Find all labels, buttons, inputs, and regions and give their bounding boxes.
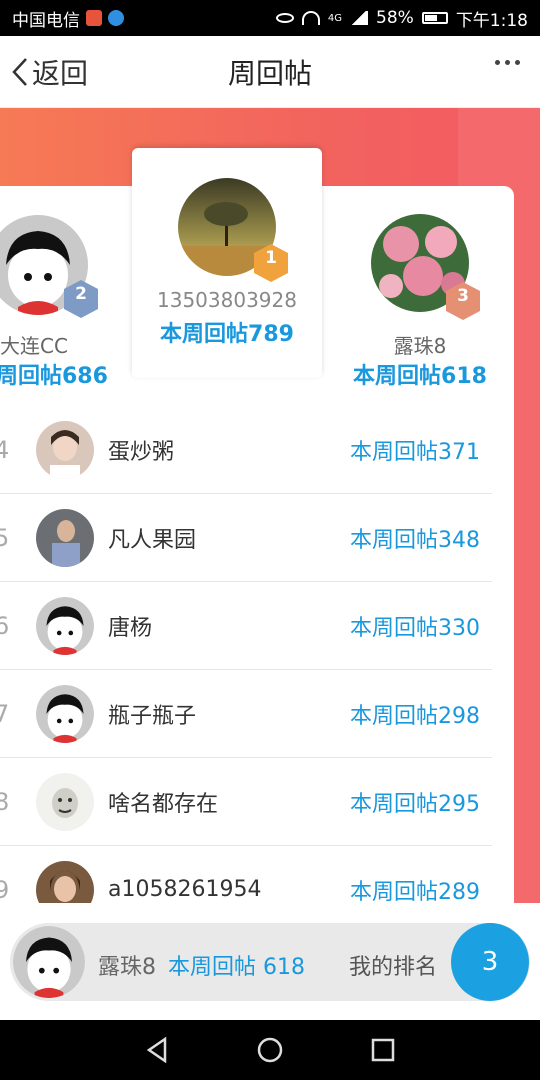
rank3-medal: 3 xyxy=(446,282,480,320)
video-app-icon xyxy=(86,10,102,26)
more-dot-icon xyxy=(515,60,520,65)
content-area: 2 大连CC 周回帖686 1 13503803928 本周回帖789 3 露珠 xyxy=(0,108,540,1020)
list-name: 唐杨 xyxy=(108,615,153,641)
triangle-back-icon xyxy=(146,1037,166,1063)
list-count: 本周回帖371 xyxy=(350,439,480,465)
list-count: 本周回帖330 xyxy=(350,615,480,641)
man-photo-avatar-icon xyxy=(36,508,94,567)
circle-home-icon xyxy=(257,1037,283,1063)
podium-name-rank1: 13503803928 xyxy=(157,288,297,312)
list-avatar xyxy=(36,420,94,479)
list-item[interactable]: 7 瓶子瓶子 本周回帖298 xyxy=(0,670,492,758)
podium-count-rank1: 本周回帖789 xyxy=(160,322,294,347)
rank1-medal: 1 xyxy=(254,244,288,282)
list-item[interactable]: 8 啥名都存在 本周回帖295 xyxy=(0,758,492,846)
podium-name-rank2: 大连CC xyxy=(0,334,68,358)
list-rank: 8 xyxy=(0,787,10,816)
wifi-icon xyxy=(301,11,320,25)
eye-comfort-icon xyxy=(275,13,294,23)
list-count: 本周回帖348 xyxy=(350,527,480,553)
nav-recents-button[interactable] xyxy=(368,1035,398,1065)
battery-percent: 58% xyxy=(376,8,414,28)
rank2-number: 2 xyxy=(75,284,87,304)
portrait-avatar-icon xyxy=(36,420,94,479)
square-recents-icon xyxy=(372,1038,395,1062)
more-dot-icon xyxy=(505,60,510,65)
list-item[interactable]: 6 唐杨 本周回帖330 xyxy=(0,582,492,670)
network-type: 4G xyxy=(327,12,343,24)
list-name: 啥名都存在 xyxy=(108,791,219,817)
list-rank: 5 xyxy=(0,523,10,552)
clock: 下午1:18 xyxy=(455,10,528,31)
podium-count-rank2: 周回帖686 xyxy=(0,364,108,389)
my-rank-bar: 露珠8 本周回帖 618 我的排名 3 xyxy=(0,903,540,1020)
list-item[interactable]: 5 凡人果园 本周回帖348 xyxy=(0,494,492,582)
nav-back-button[interactable] xyxy=(142,1035,172,1065)
cartoon-avatar-icon xyxy=(36,684,94,743)
my-rank-label: 我的排名 xyxy=(349,955,438,980)
list-name: 凡人果园 xyxy=(108,527,197,553)
list-avatar xyxy=(36,684,94,743)
nav-home-button[interactable] xyxy=(255,1035,285,1065)
list-rank: 9 xyxy=(0,875,10,904)
back-label: 返回 xyxy=(32,56,89,90)
list-avatar xyxy=(36,596,94,655)
my-avatar[interactable] xyxy=(10,923,88,1001)
battery-icon xyxy=(421,12,448,24)
list-avatar xyxy=(36,508,94,567)
podium-count-rank3: 本周回帖618 xyxy=(353,364,487,389)
system-nav-bar xyxy=(0,1020,540,1080)
cartoon-avatar-icon xyxy=(13,926,85,998)
signal-icon xyxy=(350,11,369,25)
list-count: 本周回帖295 xyxy=(350,791,480,817)
list-rank: 7 xyxy=(0,699,10,728)
back-button[interactable]: 返回 xyxy=(0,52,88,92)
list-name: a1058261954 xyxy=(108,877,262,902)
list-rank: 6 xyxy=(0,611,10,640)
list-avatar xyxy=(36,772,94,831)
browser-app-icon xyxy=(108,10,124,26)
my-count: 本周回帖 618 xyxy=(168,955,305,980)
rank2-medal: 2 xyxy=(64,280,98,318)
rank1-number: 1 xyxy=(265,248,277,268)
chevron-left-icon xyxy=(12,57,27,86)
list-rank: 4 xyxy=(0,435,10,464)
list-name: 瓶子瓶子 xyxy=(108,703,197,729)
list-name: 蛋炒粥 xyxy=(108,439,175,465)
meme-face-avatar-icon xyxy=(36,772,94,831)
my-rank-badge[interactable]: 3 xyxy=(451,923,529,1001)
list-count: 本周回帖289 xyxy=(350,879,480,905)
my-name: 露珠8 xyxy=(98,955,156,980)
more-options-button[interactable] xyxy=(495,60,520,65)
list-count: 本周回帖298 xyxy=(350,703,480,729)
status-bar: 中国电信 4G 58% 下午1:18 xyxy=(0,0,540,36)
podium-name-rank3: 露珠8 xyxy=(393,334,447,358)
header: 返回 周回帖 xyxy=(0,36,540,108)
rank-list: 4 蛋炒粥 本周回帖371 5 凡人果园 本周回帖348 6 唐杨 本周回帖33… xyxy=(0,406,492,934)
list-item[interactable]: 4 蛋炒粥 本周回帖371 xyxy=(0,406,492,494)
carrier-label: 中国电信 xyxy=(12,10,80,31)
more-dot-icon xyxy=(495,60,500,65)
cartoon-avatar-icon xyxy=(36,596,94,655)
rank3-number: 3 xyxy=(457,286,469,306)
